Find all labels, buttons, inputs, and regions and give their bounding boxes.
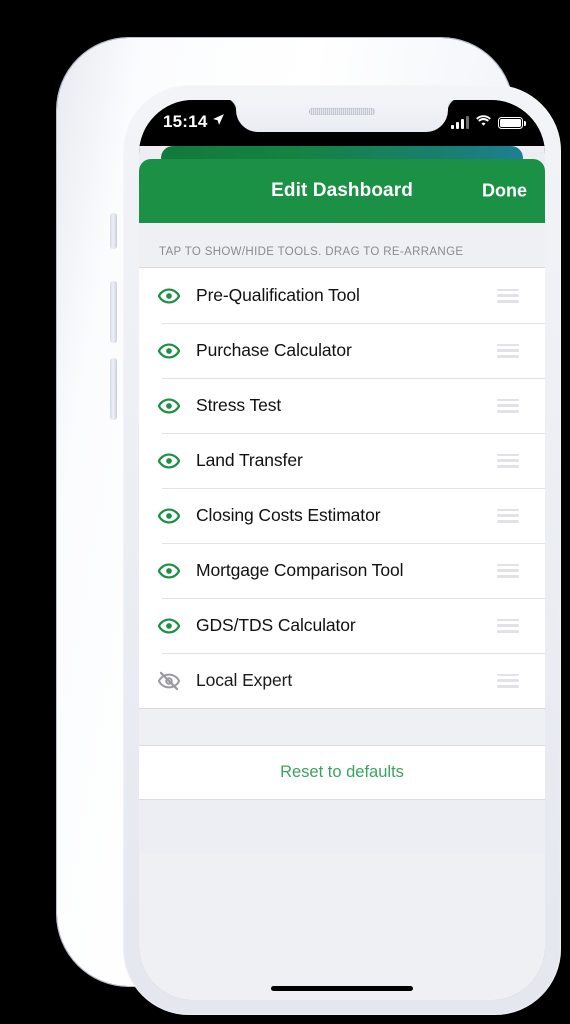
- tool-row-label: Stress Test: [196, 395, 282, 415]
- eye-icon[interactable]: [157, 394, 181, 418]
- status-bar-time: 15:14: [163, 112, 208, 131]
- screenshot-stage: 15:14 Edit Dashboard Done TAP TO SHOW/HI…: [0, 0, 570, 1024]
- section-hint-text: TAP TO SHOW/HIDE TOOLS. DRAG TO RE-ARRAN…: [139, 223, 545, 267]
- eye-slash-icon[interactable]: [157, 669, 181, 693]
- volume-up-button[interactable]: [110, 281, 117, 343]
- reset-to-defaults-button[interactable]: Reset to defaults: [139, 745, 545, 800]
- tool-row[interactable]: Pre-Qualification Tool: [139, 268, 545, 323]
- status-bar-indicators: [451, 114, 526, 132]
- page-background-filler: [139, 853, 545, 1000]
- drag-handle-icon[interactable]: [497, 398, 519, 413]
- tool-row[interactable]: Closing Costs Estimator: [139, 488, 545, 543]
- eye-icon[interactable]: [157, 284, 181, 308]
- eye-icon[interactable]: [157, 449, 181, 473]
- eye-icon[interactable]: [157, 614, 181, 638]
- tool-row-label: Purchase Calculator: [196, 340, 352, 360]
- earpiece-speaker-grille: [309, 108, 375, 115]
- modal-navbar: Edit Dashboard Done: [139, 159, 545, 223]
- eye-icon[interactable]: [157, 559, 181, 583]
- phone-device-frame: 15:14 Edit Dashboard Done TAP TO SHOW/HI…: [57, 38, 561, 1015]
- cellular-bars-icon: [451, 116, 469, 129]
- volume-down-button[interactable]: [110, 358, 117, 420]
- tool-row-label: Closing Costs Estimator: [196, 505, 381, 525]
- tool-row-label: Mortgage Comparison Tool: [196, 560, 404, 580]
- tool-row-label: Pre-Qualification Tool: [196, 285, 360, 305]
- drag-handle-icon[interactable]: [497, 508, 519, 523]
- status-bar-time-group: 15:14: [163, 111, 225, 133]
- tool-row[interactable]: Land Transfer: [139, 433, 545, 488]
- app-content: Edit Dashboard Done TAP TO SHOW/HIDE TOO…: [139, 146, 545, 1000]
- tool-row[interactable]: Stress Test: [139, 378, 545, 433]
- tool-row[interactable]: Mortgage Comparison Tool: [139, 543, 545, 598]
- drag-handle-icon[interactable]: [497, 343, 519, 358]
- tool-row-label: GDS/TDS Calculator: [196, 615, 356, 635]
- tool-row-label: Land Transfer: [196, 450, 303, 470]
- mute-switch-button[interactable]: [110, 213, 117, 249]
- edit-dashboard-modal-sheet: Edit Dashboard Done TAP TO SHOW/HIDE TOO…: [139, 159, 545, 1000]
- home-indicator[interactable]: [271, 986, 413, 991]
- drag-handle-icon[interactable]: [497, 618, 519, 633]
- done-button[interactable]: Done: [482, 181, 527, 202]
- eye-icon[interactable]: [157, 504, 181, 528]
- location-arrow-icon: [212, 111, 225, 131]
- tool-row[interactable]: Local Expert: [139, 653, 545, 708]
- drag-handle-icon[interactable]: [497, 563, 519, 578]
- drag-handle-icon[interactable]: [497, 453, 519, 468]
- tool-row[interactable]: Purchase Calculator: [139, 323, 545, 378]
- list-spacer: [139, 709, 545, 745]
- battery-full-icon: [498, 117, 526, 129]
- drag-handle-icon[interactable]: [497, 673, 519, 688]
- eye-icon[interactable]: [157, 339, 181, 363]
- tool-row[interactable]: GDS/TDS Calculator: [139, 598, 545, 653]
- drag-handle-icon[interactable]: [497, 288, 519, 303]
- page-title: Edit Dashboard: [271, 180, 413, 201]
- phone-screen: 15:14 Edit Dashboard Done TAP TO SHOW/HI…: [139, 100, 545, 1000]
- reset-to-defaults-label: Reset to defaults: [280, 763, 404, 781]
- phone-notch: [222, 100, 448, 132]
- tool-row-label: Local Expert: [196, 670, 293, 690]
- wifi-icon: [475, 114, 492, 132]
- tools-list: Pre-Qualification Tool Purchase Calculato…: [139, 267, 545, 709]
